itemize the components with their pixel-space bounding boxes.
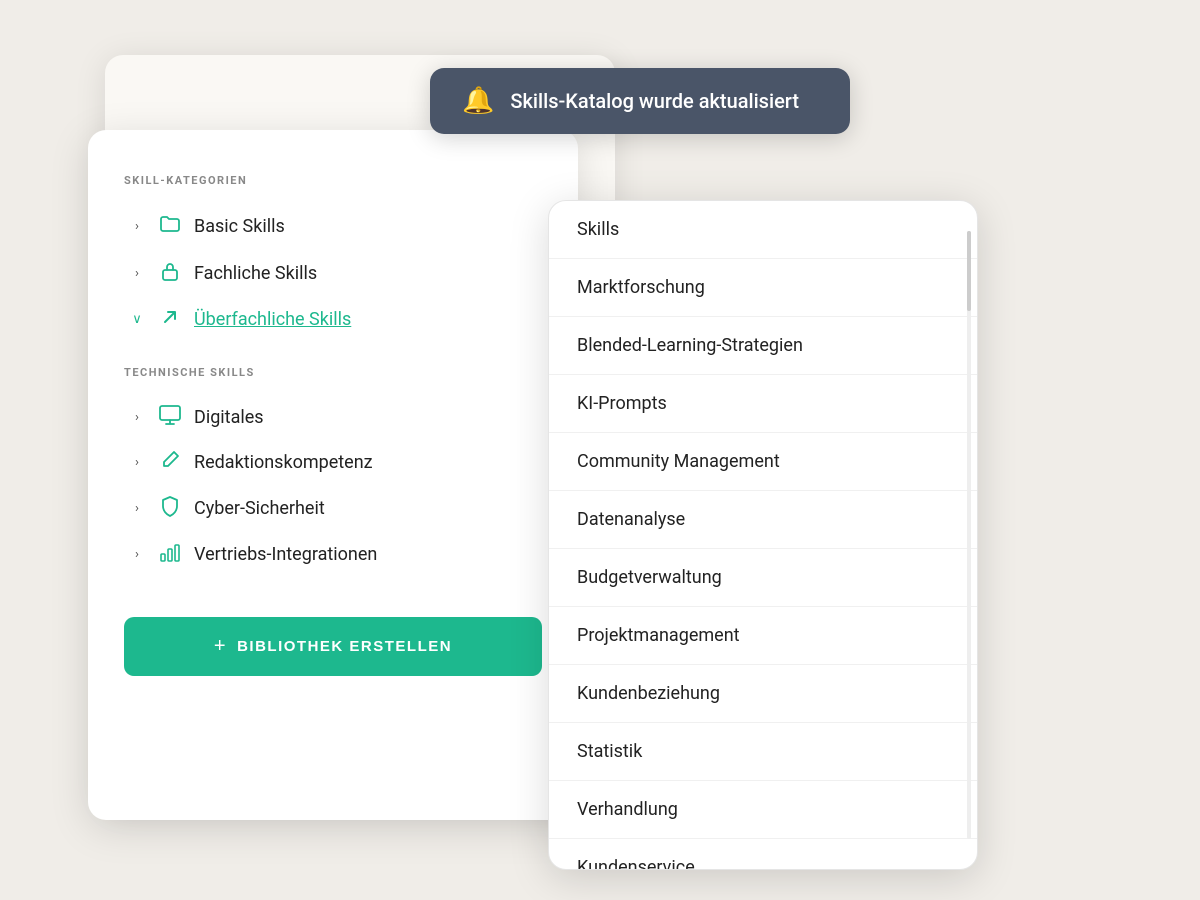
chevron-digitales: › bbox=[128, 410, 146, 425]
skill-item-digitales[interactable]: › Digitales bbox=[124, 395, 542, 440]
scrollbar-thumb bbox=[967, 231, 971, 311]
skill-name-basic-skills: Basic Skills bbox=[194, 216, 285, 237]
dropdown-item[interactable]: Community Management bbox=[549, 433, 977, 491]
chevron-ueberfachliche-skills: ∨ bbox=[128, 312, 146, 327]
skill-item-fachliche-skills[interactable]: › Fachliche Skills bbox=[124, 250, 542, 297]
skill-categories-list: › Basic Skills › Fachliche Skills ∨ bbox=[124, 203, 542, 342]
dropdown-item[interactable]: Budgetverwaltung bbox=[549, 549, 977, 607]
skills-dropdown-list[interactable]: SkillsMarktforschungBlended-Learning-Str… bbox=[549, 201, 977, 869]
plus-icon: + bbox=[214, 635, 227, 658]
shield-icon bbox=[158, 495, 182, 522]
section-label-1: SKILL-KATEGORIEN bbox=[124, 174, 542, 187]
skill-item-cyber-sicherheit[interactable]: › Cyber-Sicherheit bbox=[124, 485, 542, 532]
skill-name-cyber-sicherheit: Cyber-Sicherheit bbox=[194, 498, 325, 519]
skill-name-digitales: Digitales bbox=[194, 407, 264, 428]
folder-icon bbox=[158, 213, 182, 240]
tech-skills-section: TECHNISCHE SKILLS › Digitales › Redaktio… bbox=[124, 366, 542, 577]
skill-item-redaktionskompetenz[interactable]: › Redaktionskompetenz bbox=[124, 440, 542, 485]
chevron-cyber-sicherheit: › bbox=[128, 501, 146, 516]
dropdown-item[interactable]: Datenanalyse bbox=[549, 491, 977, 549]
section-label-2: TECHNISCHE SKILLS bbox=[124, 366, 542, 379]
chevron-redaktionskompetenz: › bbox=[128, 455, 146, 470]
edit-icon bbox=[158, 450, 182, 475]
create-button-label: BIBLIOTHEK ERSTELLEN bbox=[237, 638, 452, 655]
bell-icon: 🔔 bbox=[462, 86, 494, 116]
dropdown-item[interactable]: Verhandlung bbox=[549, 781, 977, 839]
dropdown-item[interactable]: Kundenbeziehung bbox=[549, 665, 977, 723]
arrow-up-icon bbox=[158, 307, 182, 332]
dropdown-item[interactable]: Blended-Learning-Strategien bbox=[549, 317, 977, 375]
scrollbar-track bbox=[967, 231, 971, 839]
lock-icon bbox=[158, 260, 182, 287]
monitor-icon bbox=[158, 405, 182, 430]
dropdown-item[interactable]: Statistik bbox=[549, 723, 977, 781]
dropdown-item[interactable]: Projektmanagement bbox=[549, 607, 977, 665]
chevron-fachliche-skills: › bbox=[128, 266, 146, 281]
dropdown-item[interactable]: Skills bbox=[549, 201, 977, 259]
skill-name-ueberfachliche-skills: Überfachliche Skills bbox=[194, 309, 351, 330]
skill-item-basic-skills[interactable]: › Basic Skills bbox=[124, 203, 542, 250]
skill-name-fachliche-skills: Fachliche Skills bbox=[194, 263, 317, 284]
skill-categories-card: SKILL-KATEGORIEN › Basic Skills › Fachli… bbox=[88, 130, 578, 820]
chart-icon bbox=[158, 542, 182, 567]
skill-item-ueberfachliche-skills[interactable]: ∨ Überfachliche Skills bbox=[124, 297, 542, 342]
notification-text: Skills-Katalog wurde aktualisiert bbox=[510, 89, 799, 113]
dropdown-item[interactable]: Marktforschung bbox=[549, 259, 977, 317]
skill-item-vertriebs-integrationen[interactable]: › Vertriebs-Integrationen bbox=[124, 532, 542, 577]
dropdown-item[interactable]: KI-Prompts bbox=[549, 375, 977, 433]
notification-toast: 🔔 Skills-Katalog wurde aktualisiert bbox=[430, 68, 850, 134]
skill-name-redaktionskompetenz: Redaktionskompetenz bbox=[194, 452, 373, 473]
skill-name-vertriebs-integrationen: Vertriebs-Integrationen bbox=[194, 544, 377, 565]
chevron-basic-skills: › bbox=[128, 219, 146, 234]
dropdown-item[interactable]: Kundenservice bbox=[549, 839, 977, 869]
skills-dropdown-card: SkillsMarktforschungBlended-Learning-Str… bbox=[548, 200, 978, 870]
create-library-button[interactable]: + BIBLIOTHEK ERSTELLEN bbox=[124, 617, 542, 676]
chevron-vertriebs-integrationen: › bbox=[128, 547, 146, 562]
